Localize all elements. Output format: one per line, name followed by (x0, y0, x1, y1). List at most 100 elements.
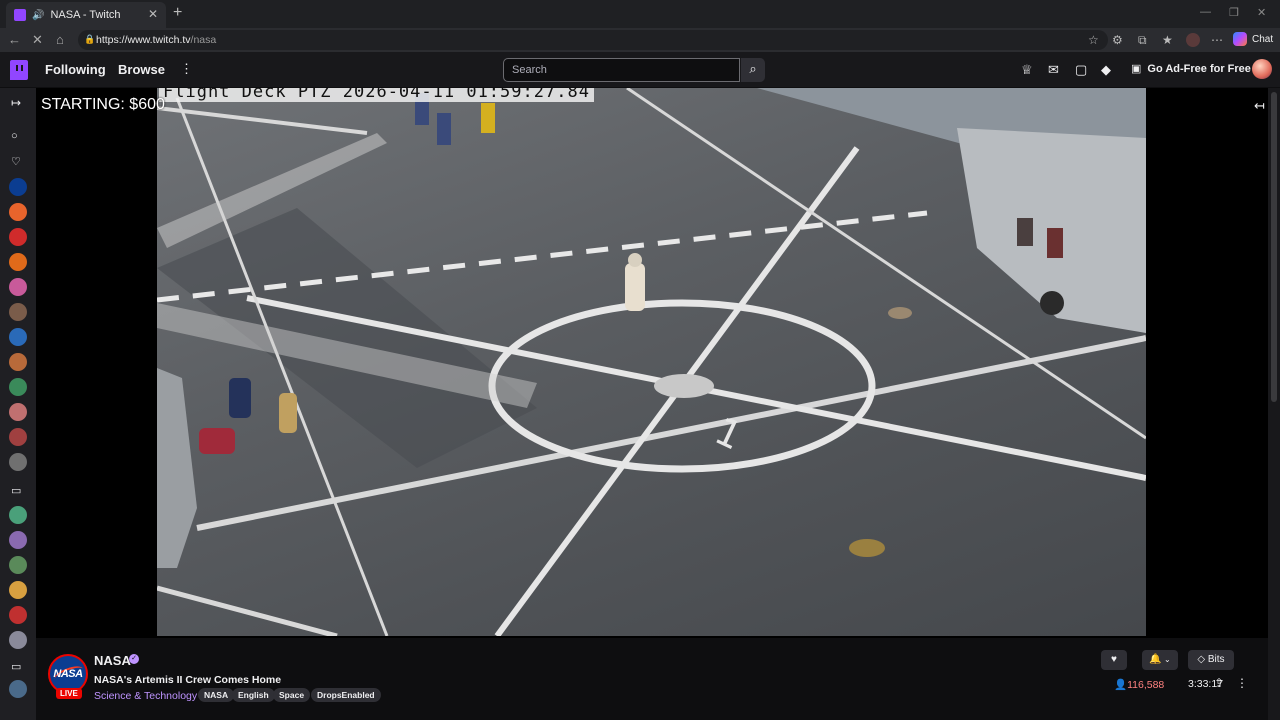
channel-avatar[interactable] (9, 203, 27, 221)
search-input[interactable]: Search (503, 58, 740, 82)
video-player[interactable]: 1 Flight Deck PTZ 2026-04-11 01:59:27.84… (36, 88, 1268, 638)
bits-icon: ◇ (1197, 654, 1208, 665)
video-frame: 1 Flight Deck PTZ 2026-04-11 01:59:27.84 (157, 88, 1146, 636)
scrollbar-thumb[interactable] (1271, 92, 1277, 402)
viewer-person-icon: 👤 (1114, 679, 1128, 691)
tag-nasa[interactable]: NASA (198, 688, 235, 702)
channel-avatar[interactable] (9, 606, 27, 624)
channel-avatar[interactable] (9, 228, 27, 246)
chevron-down-icon: ⌄ (1161, 655, 1171, 664)
followed-heart-icon[interactable]: ♡ (11, 155, 21, 168)
viewer-count: 👤116,588 (1114, 678, 1164, 691)
heart-icon: ♥ (1111, 654, 1117, 665)
browser-menu-icon[interactable]: ⋯ (1211, 33, 1223, 47)
flight-deck-scene: 1 (157, 88, 1146, 636)
tab-title: NASA - Twitch (50, 9, 121, 21)
user-avatar[interactable] (1252, 59, 1272, 79)
camera-timestamp: Flight Deck PTZ 2026-04-11 01:59:27.84 (159, 88, 594, 102)
expand-sidebar-icon[interactable]: ↦ (11, 96, 21, 110)
channel-avatar[interactable] (9, 378, 27, 396)
notification-bell-button[interactable]: 🔔 ⌄ (1142, 650, 1178, 670)
bits-icon[interactable]: ◆ (1101, 62, 1111, 78)
profile-avatar[interactable] (1186, 33, 1200, 47)
close-tab-icon[interactable]: ✕ (148, 7, 158, 21)
bell-icon: 🔔 (1149, 654, 1162, 665)
channel-avatar[interactable] (9, 506, 27, 524)
following-link[interactable]: Following (45, 62, 106, 77)
channel-avatar[interactable] (9, 278, 27, 296)
twitch-logo-icon[interactable] (10, 60, 28, 80)
stream-title: NASA's Artemis II Crew Comes Home (94, 674, 282, 686)
channel-avatar[interactable] (9, 253, 27, 271)
favorites-icon[interactable]: ★ (1162, 33, 1173, 47)
video-icon[interactable]: ▭ (11, 660, 21, 673)
minimize-icon[interactable]: — (1200, 6, 1211, 18)
bits-label: Bits (1207, 654, 1225, 665)
url-path: /nasa (190, 34, 217, 46)
nasa-logo-text: NASA (53, 668, 83, 680)
new-tab-icon[interactable]: + (173, 4, 182, 22)
channel-avatar[interactable] (9, 428, 27, 446)
channel-avatar[interactable] (9, 353, 27, 371)
page-scrollbar[interactable] (1268, 88, 1280, 720)
copilot-icon (1233, 32, 1247, 46)
channel-avatar[interactable] (9, 631, 27, 649)
tag-space[interactable]: Space (273, 688, 311, 702)
channel-avatar[interactable] (9, 303, 27, 321)
tag-english[interactable]: English (232, 688, 275, 702)
live-badge: LIVE (56, 688, 82, 699)
share-icon[interactable]: ⇪ (1214, 676, 1224, 690)
category-link[interactable]: Science & Technology (94, 690, 197, 702)
reload-stop-icon[interactable]: ✕ (32, 32, 43, 48)
viewer-count-value: 116,588 (1127, 679, 1165, 691)
channel-avatar[interactable] (9, 178, 27, 196)
channel-avatar[interactable] (9, 680, 27, 698)
favorite-star-icon[interactable]: ☆ (1088, 33, 1099, 47)
channel-avatar[interactable] (9, 531, 27, 549)
chat-label: Chat (1252, 33, 1274, 45)
whisper-icon[interactable]: ▢ (1075, 62, 1087, 78)
search-icon[interactable]: ⌕ (741, 58, 765, 82)
home-icon[interactable]: ⌂ (56, 32, 64, 47)
followed-channels-sidebar: ↦ ○ ♡ ▭ ▭ (0, 88, 36, 720)
ad-free-icon: ▣ (1131, 63, 1142, 75)
speaker-icon[interactable]: 🔊 (32, 10, 44, 21)
copilot-chat-button[interactable]: Chat (1233, 32, 1273, 46)
bits-button[interactable]: ◇ Bits (1188, 650, 1234, 670)
verified-badge-icon: ✓ (129, 654, 139, 664)
tag-dropsenabled[interactable]: DropsEnabled (311, 688, 381, 702)
channel-avatar[interactable] (9, 403, 27, 421)
channel-avatar[interactable] (9, 556, 27, 574)
inbox-icon[interactable]: ✉ (1048, 62, 1059, 78)
follow-heart-button[interactable]: ♥ (1101, 650, 1127, 670)
go-ad-free-button[interactable]: ▣ Go Ad-Free for Free (1131, 62, 1251, 75)
lock-icon: 🔒 (84, 34, 96, 44)
prime-crown-icon[interactable]: ♕ (1021, 62, 1033, 78)
url-domain: https://www.twitch.tv (96, 34, 191, 46)
extensions-icon[interactable]: ⚙ (1112, 33, 1123, 47)
url-field[interactable]: 🔒 https://www.twitch.tv/nasa (78, 30, 1108, 50)
channel-avatar[interactable] (9, 453, 27, 471)
back-icon[interactable]: ← (8, 32, 21, 47)
close-window-icon[interactable]: ✕ (1257, 6, 1266, 19)
channel-name[interactable]: NASA (94, 653, 131, 668)
channel-avatar[interactable] (9, 581, 27, 599)
browse-link[interactable]: Browse (118, 62, 165, 77)
video-icon[interactable]: ▭ (11, 484, 21, 497)
collapse-chat-icon[interactable]: ↤ (1254, 98, 1265, 114)
split-screen-icon[interactable]: ⧉ (1138, 33, 1147, 48)
channel-info-bar: NASA LIVE NASA ✓ NASA's Artemis II Crew … (36, 638, 1268, 720)
more-options-icon[interactable]: ⋮ (1236, 676, 1248, 690)
maximize-icon[interactable]: ❐ (1229, 6, 1239, 19)
stream-overlay-text: STARTING: $600 (41, 96, 165, 113)
channel-avatar[interactable] (9, 328, 27, 346)
address-bar-row: ← ✕ ⌂ 🔒 https://www.twitch.tv/nasa ☆ ⚙ ⧉… (0, 28, 1280, 52)
deck-number-marking: 1 (708, 409, 749, 459)
more-menu-icon[interactable]: ⋮ (180, 61, 193, 77)
browser-tab-bar: 🔊 NASA - Twitch ✕ + — ❐ ✕ (0, 0, 1280, 28)
twitch-top-nav: Following Browse ⋮ Search ⌕ ♕ ✉ ▢ ◆ ▣ Go … (0, 52, 1280, 88)
twitch-favicon-icon (14, 9, 26, 21)
ad-free-label: Go Ad-Free for Free (1147, 63, 1251, 75)
browser-tab[interactable]: 🔊 NASA - Twitch ✕ (6, 2, 166, 28)
recommended-icon[interactable]: ○ (11, 130, 18, 142)
